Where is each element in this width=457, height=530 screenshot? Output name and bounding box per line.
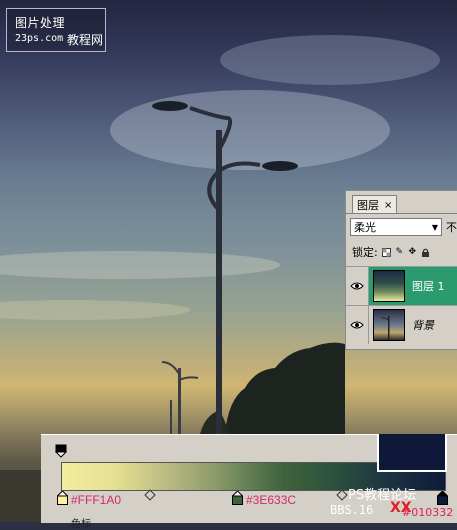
lock-label: 锁定:	[352, 246, 378, 259]
blend-mode-select[interactable]: 柔光 ▼	[350, 218, 442, 236]
opacity-label: 不	[446, 221, 457, 234]
color-stop-icon[interactable]	[232, 491, 243, 505]
layers-body: 柔光 ▼ 不 锁定: ✎ ✥ 图层 1 背景	[346, 213, 457, 349]
blend-mode-value: 柔光	[354, 221, 376, 234]
color-stop-icon[interactable]	[57, 491, 68, 505]
chevron-down-icon: ▼	[431, 222, 439, 232]
midpoint-diamond-icon[interactable]	[336, 489, 348, 501]
layer-row-layer1[interactable]: 图层 1	[346, 266, 457, 305]
lock-transparency-icon[interactable]	[381, 247, 391, 257]
layers-panel: 图层 × 柔光 ▼ 不 锁定: ✎ ✥ 图层 1 背景	[345, 190, 457, 350]
tab-layers[interactable]: 图层 ×	[352, 195, 398, 214]
color-stop-label: #FFF1A0	[71, 493, 122, 507]
brush-icon[interactable]: ✎	[395, 247, 404, 257]
lock-row: 锁定: ✎ ✥	[352, 244, 430, 260]
gradient-preview	[377, 434, 447, 472]
lock-icon[interactable]	[421, 248, 430, 257]
midpoint-diamond-icon[interactable]	[144, 489, 156, 501]
watermark-title: 图片处理	[15, 16, 66, 30]
watermark-box: 图片处理 23ps.com 教程网	[6, 8, 106, 52]
move-icon[interactable]: ✥	[408, 247, 417, 257]
layer-row-background[interactable]: 背景	[346, 305, 457, 344]
close-icon[interactable]: ×	[384, 200, 392, 211]
eye-icon[interactable]	[346, 306, 369, 344]
footer-number: #010332	[402, 506, 454, 519]
layer-thumbnail	[373, 270, 405, 302]
watermark-domain: 23ps.com	[15, 33, 64, 44]
color-stop-label: #3E633C	[246, 493, 297, 507]
color-stop-section-label: 色标	[71, 519, 91, 530]
color-stop-icon[interactable]	[437, 491, 448, 505]
eye-icon[interactable]	[346, 267, 369, 305]
layer-name: 图层 1	[412, 280, 445, 293]
tab-layers-label: 图层	[357, 199, 379, 212]
opacity-stop-icon[interactable]	[55, 444, 67, 458]
watermark-suffix: 教程网	[67, 33, 104, 47]
layer-name: 背景	[412, 319, 434, 332]
footer-bbs: BBS.16	[330, 503, 374, 517]
layer-thumbnail	[373, 309, 405, 341]
